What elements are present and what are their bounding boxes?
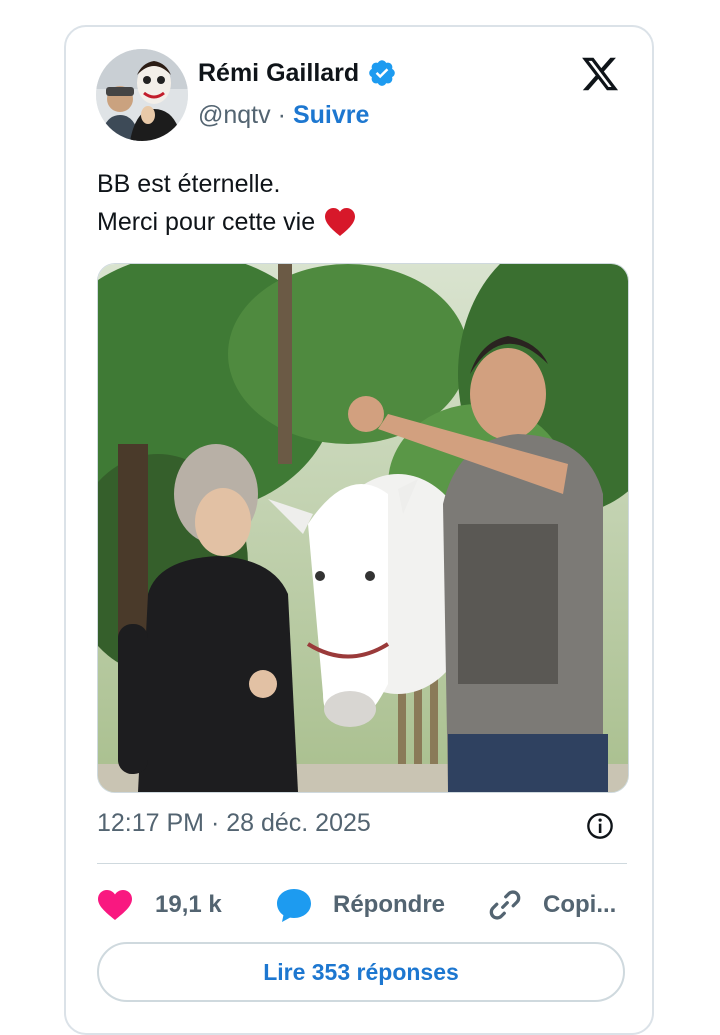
follow-button[interactable]: Suivre: [293, 101, 369, 130]
divider: [97, 863, 627, 864]
verified-badge-icon: [369, 60, 395, 86]
post-timestamp[interactable]: 12:17 PM · 28 déc. 2025: [97, 809, 371, 838]
embedded-post-card: Rémi Gaillard @nqtv · Suivre BB est éter…: [64, 25, 654, 1035]
like-count: 19,1 k: [155, 891, 222, 918]
red-heart-emoji-icon: [325, 208, 356, 236]
post-text-line: BB est éternelle.: [97, 165, 617, 203]
avatar[interactable]: [96, 49, 188, 141]
separator-dot: ·: [277, 101, 286, 129]
author-handle[interactable]: @nqtv: [198, 101, 271, 130]
x-logo-icon[interactable]: [580, 54, 620, 94]
speech-bubble-icon: [277, 889, 311, 922]
post-photo[interactable]: [97, 263, 629, 793]
author-handle-row: @nqtv · Suivre: [198, 101, 369, 130]
reply-button[interactable]: Répondre: [275, 883, 445, 927]
post-line-2: Merci pour cette vie: [97, 208, 316, 236]
link-icon: [489, 890, 521, 920]
author-name[interactable]: Rémi Gaillard: [198, 59, 359, 88]
read-replies-button[interactable]: Lire 353 réponses: [97, 942, 625, 1002]
author-name-row: Rémi Gaillard: [198, 58, 397, 88]
post-text-line: Merci pour cette vie: [97, 203, 617, 241]
copy-label: Copi...: [543, 891, 617, 918]
heart-icon: [98, 890, 132, 920]
like-button[interactable]: 19,1 k: [97, 883, 222, 927]
post-text: BB est éternelle. Merci pour cette vie: [97, 165, 617, 241]
reply-label: Répondre: [333, 891, 446, 918]
action-bar: 19,1 k Répondre Copi...: [97, 883, 627, 927]
copy-link-button[interactable]: Copi...: [487, 883, 616, 927]
post-line-1: BB est éternelle.: [97, 170, 281, 198]
info-icon[interactable]: [586, 812, 614, 840]
